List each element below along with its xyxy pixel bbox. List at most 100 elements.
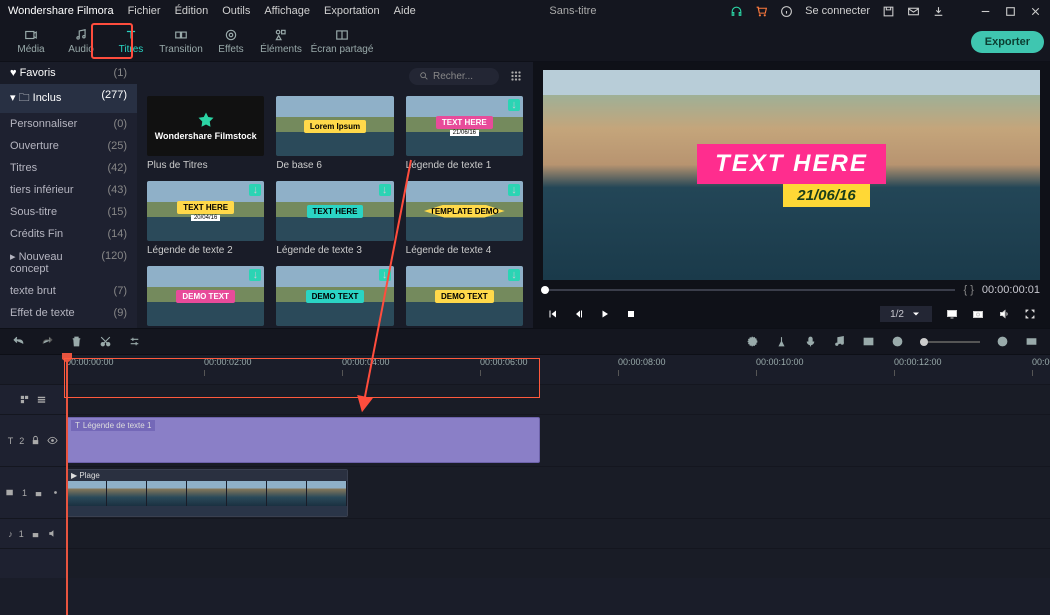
mixer-icon[interactable]: [862, 335, 875, 348]
thumb: ↓DEMO TEXT: [147, 266, 264, 326]
asset-card[interactable]: Lorem IpsumDe base 6: [276, 96, 393, 171]
menu-aide[interactable]: Aide: [394, 5, 416, 17]
sidebar-item[interactable]: Effet de texte(9): [0, 302, 137, 324]
info-icon[interactable]: [780, 5, 793, 18]
ruler-tick: 00:00:00:00: [66, 357, 114, 367]
preview-scrubber[interactable]: [543, 289, 955, 291]
lock-icon[interactable]: [33, 487, 44, 498]
undo-icon[interactable]: [12, 335, 25, 348]
asset-card[interactable]: ↓DEMO TEXTLégende de texte 6: [276, 266, 393, 328]
sidebar-item[interactable]: Ouverture(25): [0, 135, 137, 157]
sidebar-item[interactable]: Sous-titre(15): [0, 201, 137, 223]
cart-icon[interactable]: [755, 5, 768, 18]
download-icon[interactable]: [932, 5, 945, 18]
delete-icon[interactable]: [70, 335, 83, 348]
asset-card[interactable]: ↓DEMO TEXTLégende de texte 7: [406, 266, 523, 328]
sidebar-item[interactable]: tiers inférieur(43): [0, 179, 137, 201]
voiceover-icon[interactable]: [804, 335, 817, 348]
eye-icon[interactable]: [50, 487, 61, 498]
zoom-fit-icon[interactable]: [1025, 335, 1038, 348]
thumb: Lorem Ipsum: [276, 96, 393, 156]
tab-audio[interactable]: Audio: [56, 26, 106, 58]
download-badge-icon: ↓: [508, 269, 520, 281]
minimize-icon[interactable]: [979, 5, 992, 18]
asset-card[interactable]: ↓TEXT HERE21/06/16Légende de texte 1: [406, 96, 523, 171]
sidebar-item[interactable]: Personnaliser(0): [0, 113, 137, 135]
stop-icon[interactable]: [625, 308, 637, 320]
eye-icon[interactable]: [47, 435, 58, 446]
menu-affichage[interactable]: Affichage: [264, 5, 310, 17]
prev-frame-icon[interactable]: [547, 308, 559, 320]
ruler-tick: 00:00:04:00: [342, 357, 390, 367]
maximize-icon[interactable]: [1004, 5, 1017, 18]
play-icon[interactable]: [599, 308, 611, 320]
redo-icon[interactable]: [41, 335, 54, 348]
headset-icon[interactable]: [730, 5, 743, 18]
cut-icon[interactable]: [99, 335, 112, 348]
asset-card[interactable]: ↓TEXT HERE20/04/16Légende de texte 2: [147, 181, 264, 256]
login-link[interactable]: Se connecter: [805, 5, 870, 17]
adjust-icon[interactable]: [128, 335, 141, 348]
tab-effets[interactable]: Effets: [206, 26, 256, 58]
document-title: Sans-titre: [430, 5, 716, 17]
menu-fichier[interactable]: Fichier: [128, 5, 161, 17]
mail-icon[interactable]: [907, 5, 920, 18]
sidebar-item[interactable]: Titres(42): [0, 157, 137, 179]
music-icon[interactable]: [833, 335, 846, 348]
asset-card[interactable]: Wondershare FilmstockPlus de Titres: [147, 96, 264, 171]
zoom-in-icon[interactable]: [996, 335, 1009, 348]
sidebar-item[interactable]: Crédits Fin(14): [0, 223, 137, 245]
grid-view-icon[interactable]: [509, 69, 523, 83]
marker-icon[interactable]: [775, 335, 788, 348]
lock-icon[interactable]: [30, 435, 41, 446]
track-manage[interactable]: [0, 385, 66, 414]
chevron-down-icon: [910, 308, 922, 320]
playhead[interactable]: [66, 355, 68, 615]
tabbar: Média Audio Titres Transition Effets Élé…: [0, 22, 1050, 62]
sidebar-item[interactable]: ▾ 🗀 Inclus(277): [0, 84, 137, 113]
tab-titres[interactable]: Titres: [106, 26, 156, 58]
timeline-ruler[interactable]: 00:00:00:0000:00:02:0000:00:04:0000:00:0…: [0, 354, 1050, 384]
tab-media[interactable]: Média: [6, 26, 56, 58]
thumb: ↓TEMPLATE DEMO: [406, 181, 523, 241]
asset-card[interactable]: ↓TEXT HERELégende de texte 3: [276, 181, 393, 256]
asset-card[interactable]: ↓TEMPLATE DEMOLégende de texte 4: [406, 181, 523, 256]
download-badge-icon: ↓: [249, 269, 261, 281]
fullscreen-icon[interactable]: [1024, 308, 1036, 320]
menu-outils[interactable]: Outils: [222, 5, 250, 17]
zoom-out-icon[interactable]: [891, 335, 904, 348]
sidebar-item[interactable]: texte brut(7): [0, 280, 137, 302]
save-icon[interactable]: [882, 5, 895, 18]
thumb: ↓DEMO TEXT: [276, 266, 393, 326]
tab-elements[interactable]: Éléments: [256, 26, 306, 58]
step-back-icon[interactable]: [573, 308, 585, 320]
mute-icon[interactable]: [47, 528, 58, 539]
render-icon[interactable]: [746, 335, 759, 348]
titlebar: Wondershare Filmora Fichier Édition Outi…: [0, 0, 1050, 22]
menu-exportation[interactable]: Exportation: [324, 5, 380, 17]
search-placeholder: Recher...: [433, 71, 473, 82]
volume-icon[interactable]: [998, 308, 1010, 320]
tab-split[interactable]: Écran partagé: [306, 26, 378, 58]
zoom-ratio[interactable]: 1/2: [880, 306, 932, 322]
sidebar-item[interactable]: ▸ Nouveau concept(120): [0, 245, 137, 280]
preview-viewport[interactable]: TEXT HERE 21/06/16: [543, 70, 1040, 280]
export-button[interactable]: Exporter: [971, 31, 1044, 53]
clip-video[interactable]: ▶ Plage: [66, 469, 348, 517]
menu-edition[interactable]: Édition: [175, 5, 209, 17]
asset-browser: Recher... Wondershare FilmstockPlus de T…: [137, 62, 533, 328]
timeline-toolbar: [0, 328, 1050, 354]
snapshot-icon[interactable]: [972, 308, 984, 320]
lock-icon[interactable]: [30, 528, 41, 539]
sidebar-item[interactable]: ♥ Favoris(1): [0, 62, 137, 84]
video-track-icon: [5, 487, 16, 498]
ruler-tick: 00:00:02:00: [204, 357, 252, 367]
zoom-slider[interactable]: [920, 341, 980, 343]
display-icon[interactable]: [946, 308, 958, 320]
ruler-tick: 00:00:12:00: [894, 357, 942, 367]
clip-title[interactable]: TLégende de texte 1: [66, 417, 540, 463]
search-input[interactable]: Recher...: [409, 68, 499, 85]
tab-transition[interactable]: Transition: [156, 26, 206, 58]
close-icon[interactable]: [1029, 5, 1042, 18]
asset-card[interactable]: ↓DEMO TEXTLégende de texte 5: [147, 266, 264, 328]
